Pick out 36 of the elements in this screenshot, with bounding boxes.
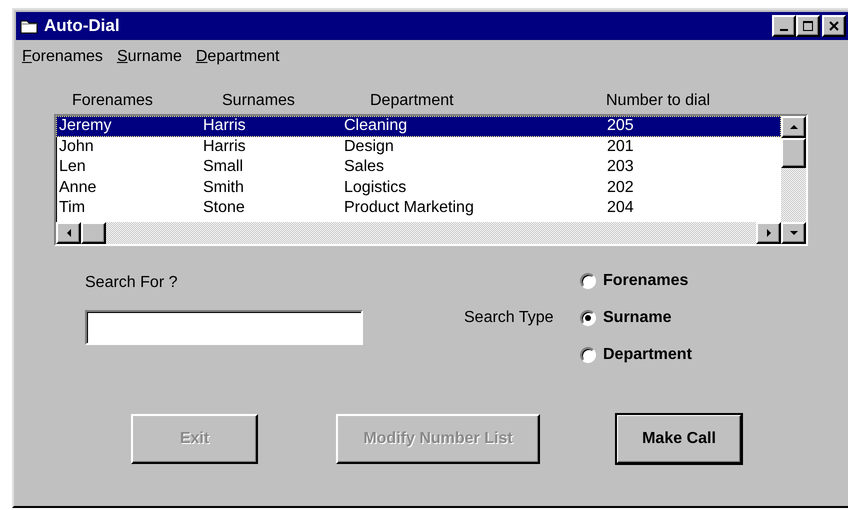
down-arrow-icon [788, 228, 798, 238]
search-label: Search For ? [85, 274, 178, 292]
menu-item[interactable]: Surname [116, 48, 182, 72]
up-arrow-icon [788, 122, 798, 132]
radio-icon[interactable] [580, 273, 596, 289]
scroll-thumb[interactable] [81, 222, 106, 244]
horizontal-scrollbar[interactable] [56, 222, 781, 244]
vertical-scrollbar[interactable] [781, 116, 806, 222]
window-title: Auto-Dial [44, 16, 121, 36]
column-header: Department [370, 92, 455, 111]
menu-item[interactable]: Forenames [22, 48, 103, 72]
radio-option[interactable]: Forenames [580, 270, 780, 292]
scroll-thumb[interactable] [781, 138, 806, 168]
close-icon [829, 21, 839, 31]
list-row[interactable]: Tim Stone Product Marketing 204 [56, 198, 781, 218]
close-button[interactable] [822, 15, 846, 37]
search-field[interactable] [85, 310, 363, 345]
folder-icon [20, 18, 38, 34]
maximize-icon [802, 20, 814, 32]
radio-option[interactable]: Surname [580, 307, 780, 329]
list-row[interactable]: John Harris Design 201 [56, 136, 781, 157]
column-header: Surnames [222, 92, 296, 111]
minimize-button[interactable] [772, 15, 796, 37]
radio-option[interactable]: Department [580, 344, 780, 366]
list-row[interactable]: Anne Smith Logistics 202 [56, 178, 781, 198]
minimize-icon [780, 29, 788, 31]
list-row[interactable]: Len Small Sales 203 [56, 157, 781, 178]
menu-item[interactable]: Department [196, 48, 280, 72]
radio-icon[interactable] [580, 347, 596, 363]
action-button[interactable]: Make Call [616, 414, 742, 464]
maximize-button[interactable] [796, 15, 820, 37]
list-row[interactable]: Jeremy Harris Cleaning 205 [56, 116, 781, 136]
search-type-label: Search Type [464, 309, 555, 328]
column-header: Forenames [72, 92, 154, 111]
radio-icon[interactable] [580, 310, 596, 326]
column-header: Number to dial [606, 92, 712, 111]
